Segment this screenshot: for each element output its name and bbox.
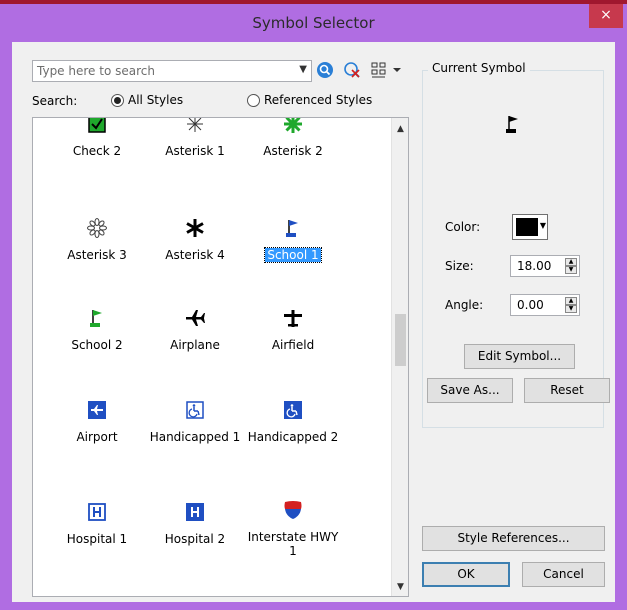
scroll-down-icon[interactable]: ▼ [392, 582, 408, 592]
interstate-shield-icon [244, 498, 342, 522]
handicapped-outline-icon [146, 398, 244, 422]
search-input[interactable]: Type here to search [37, 64, 155, 78]
symbol-label: Airfield [271, 338, 315, 352]
symbol-label: Hospital 1 [66, 532, 128, 546]
view-options-icon[interactable] [370, 61, 404, 81]
symbol-item-airplane[interactable]: Airplane [146, 306, 244, 352]
color-label: Color: [445, 220, 481, 234]
edit-symbol-button[interactable]: Edit Symbol... [464, 344, 575, 369]
hospital-outline-icon [48, 500, 146, 524]
symbol-label-line2: 1 [289, 544, 297, 558]
hospital-filled-icon [146, 500, 244, 524]
symbol-label: Airplane [170, 338, 220, 352]
handicapped-filled-icon [244, 398, 342, 422]
asterisk-green-icon [244, 118, 342, 136]
symbol-label: Asterisk 4 [165, 248, 225, 262]
color-swatch [516, 218, 538, 236]
school-flag-green-icon [48, 306, 146, 330]
save-as-button[interactable]: Save As... [427, 378, 513, 403]
dialog-client: Type here to search ▼ Search: All Styles… [12, 42, 615, 602]
symbol-label: Check 2 [72, 144, 122, 158]
symbol-item-handicapped-1[interactable]: Handicapped 1 [146, 398, 244, 444]
symbol-item-airport[interactable]: Airport [48, 398, 146, 444]
scroll-up-icon[interactable]: ▲ [392, 124, 408, 134]
symbol-item-school-2[interactable]: School 2 [48, 306, 146, 352]
angle-up-icon[interactable]: ▲ [565, 297, 577, 305]
style-references-button[interactable]: Style References... [422, 526, 605, 551]
reset-button[interactable]: Reset [524, 378, 610, 403]
angle-stepper[interactable]: 0.00 ▲ ▼ [510, 294, 580, 316]
angle-value[interactable]: 0.00 [517, 298, 544, 312]
symbol-list[interactable]: Check 2 Asterisk 1 Asterisk 2 Asterisk 3… [32, 117, 409, 597]
symbol-item-hospital-2[interactable]: Hospital 2 [146, 500, 244, 546]
title-bar[interactable]: Symbol Selector × [4, 4, 623, 42]
symbol-item-interstate-hwy-1[interactable]: Interstate HWY 1 [244, 498, 342, 558]
symbol-label-selected: School 1 [264, 247, 322, 263]
radio-referenced-styles[interactable]: Referenced Styles [247, 93, 372, 107]
radio-referenced-styles-button[interactable] [247, 93, 260, 107]
current-symbol-title: Current Symbol [428, 61, 530, 75]
asterisk-bold-icon [146, 216, 244, 240]
current-symbol-preview-icon [506, 114, 520, 137]
asterisk-outline-icon [48, 216, 146, 240]
scrollbar-thumb[interactable] [395, 314, 406, 366]
chevron-down-icon[interactable]: ▼ [540, 221, 546, 230]
radio-all-styles-label: All Styles [128, 93, 184, 107]
symbol-item-hospital-1[interactable]: Hospital 1 [48, 500, 146, 546]
airfield-icon [244, 306, 342, 330]
symbol-item-asterisk-1[interactable]: Asterisk 1 [146, 118, 244, 158]
symbol-label: Hospital 2 [164, 532, 226, 546]
size-down-icon[interactable]: ▼ [565, 266, 577, 274]
color-picker[interactable]: ▼ [512, 214, 548, 240]
symbol-item-check-2[interactable]: Check 2 [48, 118, 146, 158]
cancel-button[interactable]: Cancel [522, 562, 605, 587]
asterisk-thin-icon [146, 118, 244, 136]
symbol-label: Airport [76, 430, 118, 444]
close-button[interactable]: × [589, 4, 623, 28]
symbol-item-asterisk-2[interactable]: Asterisk 2 [244, 118, 342, 158]
airplane-icon [146, 306, 244, 330]
size-label: Size: [445, 259, 474, 273]
clear-search-icon[interactable] [343, 61, 363, 81]
symbol-label: Asterisk 3 [67, 248, 127, 262]
size-up-icon[interactable]: ▲ [565, 258, 577, 266]
angle-down-icon[interactable]: ▼ [565, 305, 577, 313]
airport-icon [48, 398, 146, 422]
symbol-item-airfield[interactable]: Airfield [244, 306, 342, 352]
symbol-item-asterisk-4[interactable]: Asterisk 4 [146, 216, 244, 262]
size-value[interactable]: 18.00 [517, 259, 551, 273]
symbol-label: School 2 [71, 338, 123, 352]
symbol-label: Handicapped 1 [149, 430, 241, 444]
symbol-label: Asterisk 2 [263, 144, 323, 158]
chevron-down-icon[interactable]: ▼ [299, 64, 307, 75]
check-box-icon [48, 118, 146, 136]
symbol-list-scrollbar[interactable]: ▲ ▼ [391, 118, 408, 596]
school-flag-blue-icon [244, 216, 342, 240]
search-label: Search: [32, 94, 78, 108]
window-title: Symbol Selector [252, 14, 375, 32]
symbol-label: Handicapped 2 [247, 430, 339, 444]
radio-referenced-styles-label: Referenced Styles [264, 93, 373, 107]
radio-all-styles[interactable]: All Styles [111, 93, 183, 107]
search-icon[interactable] [316, 61, 336, 81]
symbol-item-school-1[interactable]: School 1 [244, 216, 342, 263]
symbol-item-asterisk-3[interactable]: Asterisk 3 [48, 216, 146, 262]
symbol-item-handicapped-2[interactable]: Handicapped 2 [244, 398, 342, 444]
angle-label: Angle: [445, 298, 484, 312]
symbol-label-line1: Interstate HWY [247, 530, 339, 544]
symbol-label: Asterisk 1 [165, 144, 225, 158]
search-combobox[interactable]: Type here to search ▼ [32, 60, 312, 82]
size-stepper[interactable]: 18.00 ▲ ▼ [510, 255, 580, 277]
ok-button[interactable]: OK [422, 562, 510, 587]
radio-all-styles-button[interactable] [111, 93, 124, 107]
